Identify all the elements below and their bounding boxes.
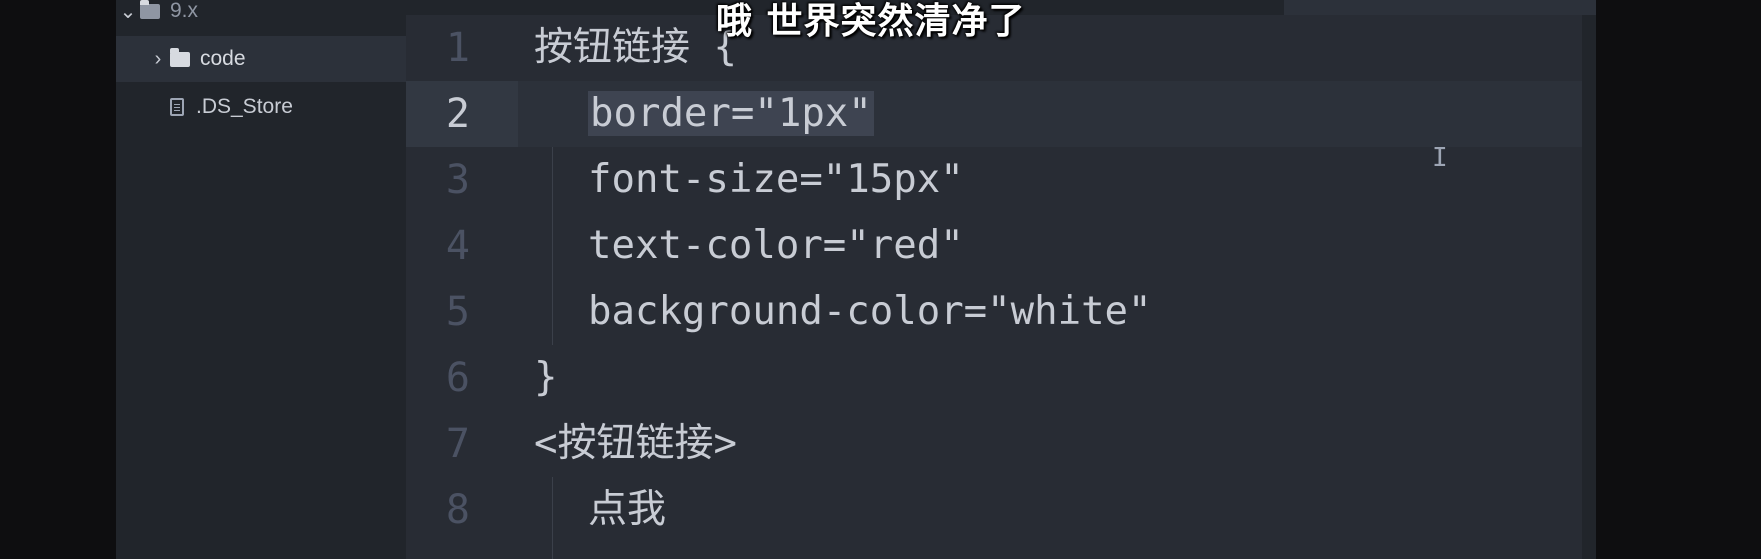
tree-item-label: .DS_Store [196, 95, 293, 118]
line-number: 7 [445, 421, 470, 467]
code-text: background-color="white" [588, 289, 1152, 334]
code-editor[interactable]: 1 按钮链接 { 2 border="1px" 3 font-size="15p… [406, 15, 1582, 559]
code-line[interactable]: 4 text-color="red" [406, 213, 1582, 279]
folder-icon [170, 47, 190, 67]
line-number: 1 [445, 25, 470, 71]
code-text: font-size="15px" [588, 157, 964, 202]
code-line[interactable]: 6 } [406, 345, 1582, 411]
line-number: 8 [445, 487, 470, 533]
code-line-active[interactable]: 2 border="1px" [406, 81, 1582, 147]
code-text: text-color="red" [588, 223, 964, 268]
tree-item-ds-store[interactable]: .DS_Store [116, 84, 406, 130]
tree-item-code[interactable]: › code [116, 36, 406, 82]
selected-text[interactable]: border="1px" [588, 91, 874, 136]
tree-root-folder[interactable]: ⌄ 9.x [116, 0, 406, 34]
folder-icon [140, 0, 160, 19]
code-line[interactable]: 8 点我 [406, 477, 1582, 543]
tree-item-label: code [200, 47, 246, 70]
code-line[interactable]: 7 <按钮链接> [406, 411, 1582, 477]
text-cursor-icon: I [1432, 143, 1448, 173]
line-number: 2 [406, 81, 518, 147]
code-line[interactable]: 5 background-color="white" [406, 279, 1582, 345]
chevron-right-icon: › [154, 47, 162, 70]
app-window: ⌄ 9.x › code .DS_Store 1 按钮链接 { 2 border… [116, 0, 1596, 559]
code-text: <按钮链接> [534, 421, 737, 466]
line-number: 5 [445, 289, 470, 335]
file-tree-sidebar: ⌄ 9.x › code .DS_Store [116, 0, 406, 559]
code-line[interactable]: 3 font-size="15px" [406, 147, 1582, 213]
code-text: 点我 [588, 487, 667, 532]
line-number: 6 [445, 355, 470, 401]
line-number: 4 [445, 223, 470, 269]
code-text: } [534, 355, 558, 400]
tree-root-label: 9.x [170, 0, 199, 22]
file-icon [170, 98, 184, 116]
video-subtitle: 哦 世界突然清净了 [716, 1, 1026, 42]
chevron-down-icon: ⌄ [119, 0, 137, 23]
editor-scrollbar[interactable] [1582, 15, 1596, 559]
line-number: 3 [445, 157, 470, 203]
top-toolbar [1284, 0, 1596, 16]
code-text: 按钮链接 { [534, 25, 737, 70]
